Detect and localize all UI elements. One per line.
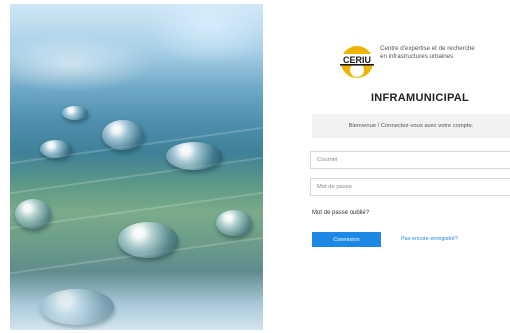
login-button[interactable]: Connexion (312, 232, 381, 247)
welcome-text: Bienvenue ! Connectez-vous avec votre co… (348, 123, 474, 129)
org-name-line2: en infrastructures urbaines (380, 52, 454, 60)
leaf-streak (10, 153, 263, 197)
water-drop (15, 199, 51, 229)
app-title: INFRAMUNICIPAL (370, 92, 470, 104)
welcome-banner: Bienvenue ! Connectez-vous avec votre co… (312, 114, 510, 138)
register-link[interactable]: Pas encore enregistré? (401, 236, 458, 242)
password-field[interactable] (310, 178, 510, 196)
logo-acronym: CERIU (343, 55, 371, 65)
ceriu-logo: CERIU (340, 46, 374, 78)
email-field[interactable] (310, 151, 510, 169)
water-drop (216, 210, 252, 236)
org-name-line1: Centre d'expertise et de recherche (380, 45, 475, 52)
water-drop (62, 106, 88, 120)
water-drop (102, 120, 144, 150)
hero-photo-water-drops (10, 4, 263, 330)
water-drop (40, 289, 114, 325)
water-drop (118, 222, 178, 258)
water-drop (166, 142, 222, 170)
org-name: Centre d'expertise et de recherche en in… (380, 45, 475, 60)
forgot-password-link[interactable]: Mot de passe oublié? (312, 210, 369, 216)
water-drop (40, 140, 72, 158)
